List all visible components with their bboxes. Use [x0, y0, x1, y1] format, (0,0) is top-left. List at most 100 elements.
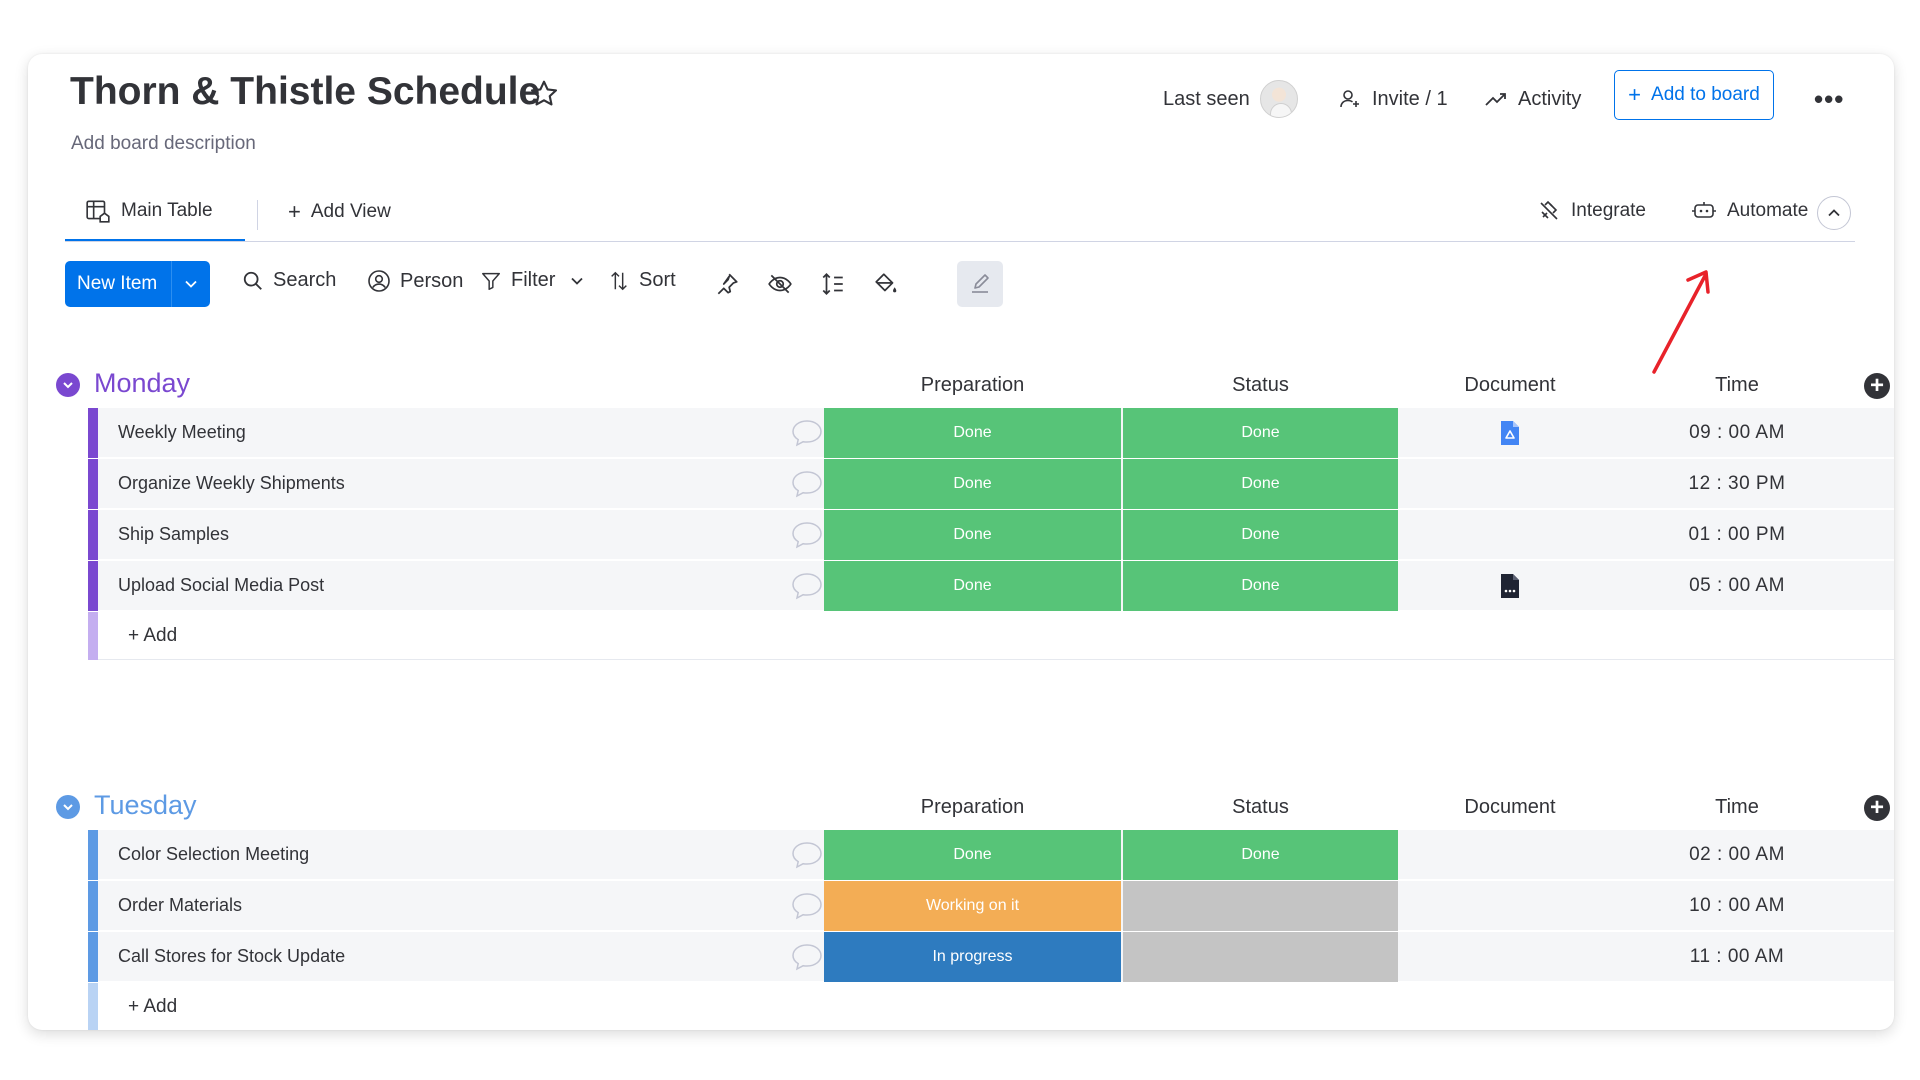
comment-bubble-icon[interactable]	[790, 839, 824, 871]
avatar[interactable]	[1259, 80, 1298, 118]
format-tool-button[interactable]	[957, 261, 1003, 307]
pin-icon[interactable]	[714, 271, 740, 297]
status-cell[interactable]	[1123, 932, 1398, 982]
preparation-status-cell[interactable]: Done	[824, 510, 1121, 560]
table-row[interactable]: Organize Weekly Shipments Done Done 12 :…	[88, 459, 1894, 509]
new-item-dropdown[interactable]	[172, 277, 210, 291]
comment-bubble-icon[interactable]	[790, 417, 824, 449]
pen-edit-icon	[972, 274, 989, 293]
preparation-status-cell[interactable]: In progress	[824, 932, 1121, 982]
column-header-time[interactable]: Time	[1622, 796, 1852, 819]
time-cell[interactable]: 12 : 30 PM	[1622, 459, 1852, 509]
chevron-up-icon	[1828, 209, 1840, 217]
add-view-button[interactable]: + Add View	[288, 199, 391, 225]
document-file-icon[interactable]	[1499, 572, 1521, 600]
preparation-status-cell[interactable]: Working on it	[824, 881, 1121, 931]
item-name[interactable]: Upload Social Media Post	[118, 575, 324, 596]
status-cell[interactable]: Done	[1123, 510, 1398, 560]
group-title[interactable]: Monday	[94, 368, 190, 399]
more-options-icon[interactable]: •••	[1814, 84, 1844, 115]
table-row[interactable]: Call Stores for Stock Update In progress…	[88, 932, 1894, 982]
item-name[interactable]: Order Materials	[118, 895, 242, 916]
collapse-header-button[interactable]	[1817, 196, 1851, 230]
add-column-button[interactable]: +	[1864, 373, 1890, 399]
status-cell[interactable]: Done	[1123, 459, 1398, 509]
favorite-star-icon[interactable]	[528, 78, 560, 110]
new-item-button[interactable]: New Item	[65, 261, 210, 307]
column-header-document[interactable]: Document	[1400, 796, 1620, 819]
status-cell[interactable]: Done	[1123, 408, 1398, 458]
activity-button[interactable]: Activity	[1484, 84, 1581, 114]
integrate-button[interactable]: Integrate	[1537, 199, 1646, 223]
chevron-down-icon[interactable]	[570, 274, 584, 288]
time-cell[interactable]: 11 : 00 AM	[1622, 932, 1852, 982]
column-header-document[interactable]: Document	[1400, 374, 1620, 397]
document-cell[interactable]	[1400, 561, 1620, 611]
row-height-icon[interactable]	[820, 271, 846, 297]
last-seen[interactable]: Last seen	[1163, 76, 1298, 122]
status-cell[interactable]: Done	[1123, 830, 1398, 880]
time-cell[interactable]: 02 : 00 AM	[1622, 830, 1852, 880]
group-title[interactable]: Tuesday	[94, 790, 197, 821]
item-name[interactable]: Organize Weekly Shipments	[118, 473, 345, 494]
item-name[interactable]: Color Selection Meeting	[118, 844, 309, 865]
comment-bubble-icon[interactable]	[790, 468, 824, 500]
comment-bubble-icon[interactable]	[790, 941, 824, 973]
document-cell[interactable]	[1400, 932, 1620, 982]
status-cell[interactable]: Done	[1123, 561, 1398, 611]
preparation-status-cell[interactable]: Done	[824, 561, 1121, 611]
document-cell[interactable]	[1400, 459, 1620, 509]
group-color-stripe	[88, 408, 98, 458]
time-cell[interactable]: 09 : 00 AM	[1622, 408, 1852, 458]
add-item-row[interactable]: + Add	[88, 612, 1894, 660]
add-item-row[interactable]: + Add	[88, 983, 1894, 1030]
document-cell[interactable]	[1400, 881, 1620, 931]
time-cell[interactable]: 05 : 00 AM	[1622, 561, 1852, 611]
comment-bubble-icon[interactable]	[790, 890, 824, 922]
comment-bubble-icon[interactable]	[790, 519, 824, 551]
table-row[interactable]: Weekly Meeting Done Done 09 : 00 AM	[88, 408, 1894, 458]
add-item-label[interactable]: + Add	[128, 625, 177, 647]
board-title[interactable]: Thorn & Thistle Schedule	[70, 70, 540, 114]
column-header-status[interactable]: Status	[1123, 374, 1398, 397]
board-description[interactable]: Add board description	[71, 133, 256, 155]
table-row[interactable]: Ship Samples Done Done 01 : 00 PM	[88, 510, 1894, 560]
time-cell[interactable]: 10 : 00 AM	[1622, 881, 1852, 931]
group-color-stripe	[88, 881, 98, 931]
item-name[interactable]: Ship Samples	[118, 524, 229, 545]
add-item-label[interactable]: + Add	[128, 996, 177, 1018]
search-button[interactable]: Search	[242, 269, 336, 292]
table-row[interactable]: Color Selection Meeting Done Done 02 : 0…	[88, 830, 1894, 880]
item-name[interactable]: Call Stores for Stock Update	[118, 946, 345, 967]
item-name[interactable]: Weekly Meeting	[118, 422, 246, 443]
add-column-button[interactable]: +	[1864, 795, 1890, 821]
comment-bubble-icon[interactable]	[790, 570, 824, 602]
google-drive-file-icon[interactable]	[1499, 419, 1521, 447]
filter-button[interactable]: Filter	[480, 269, 584, 292]
integrate-plug-icon	[1540, 200, 1558, 220]
preparation-status-cell[interactable]: Done	[824, 459, 1121, 509]
document-cell[interactable]	[1400, 830, 1620, 880]
table-row[interactable]: Upload Social Media Post Done Done 05 : …	[88, 561, 1894, 611]
automate-button[interactable]: Automate	[1691, 199, 1808, 223]
paint-bucket-icon[interactable]	[873, 271, 899, 297]
document-cell[interactable]	[1400, 510, 1620, 560]
tab-main-table[interactable]: Main Table	[65, 182, 245, 241]
time-cell[interactable]: 01 : 00 PM	[1622, 510, 1852, 560]
table-row[interactable]: Order Materials Working on it 10 : 00 AM	[88, 881, 1894, 931]
group-collapse-toggle[interactable]	[56, 373, 80, 397]
group-collapse-toggle[interactable]	[56, 795, 80, 819]
invite-button[interactable]: Invite / 1	[1338, 84, 1448, 114]
preparation-status-cell[interactable]: Done	[824, 408, 1121, 458]
sort-button[interactable]: Sort	[608, 269, 676, 292]
column-header-preparation[interactable]: Preparation	[824, 374, 1121, 397]
column-header-time[interactable]: Time	[1622, 374, 1852, 397]
column-header-preparation[interactable]: Preparation	[824, 796, 1121, 819]
add-to-board-button[interactable]: + Add to board	[1614, 70, 1774, 120]
person-filter-button[interactable]: Person	[367, 269, 463, 293]
preparation-status-cell[interactable]: Done	[824, 830, 1121, 880]
status-cell[interactable]	[1123, 881, 1398, 931]
hide-eye-icon[interactable]	[767, 271, 793, 297]
document-cell[interactable]	[1400, 408, 1620, 458]
column-header-status[interactable]: Status	[1123, 796, 1398, 819]
